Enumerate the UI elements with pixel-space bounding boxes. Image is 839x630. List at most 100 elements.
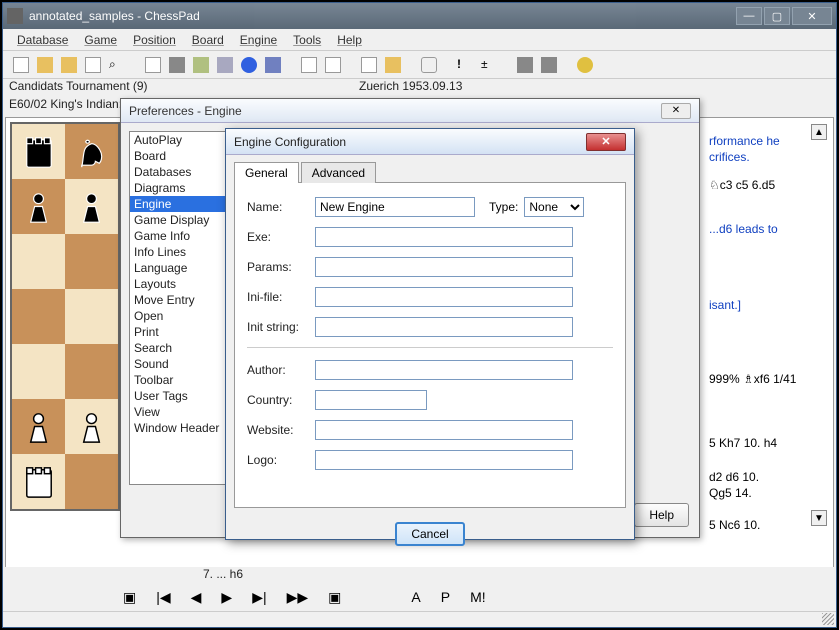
- prefs-item-layouts[interactable]: Layouts: [130, 276, 228, 292]
- board-icon[interactable]: [169, 57, 185, 73]
- nav-next-icon[interactable]: ▶|: [252, 589, 266, 606]
- square-b1[interactable]: [65, 454, 118, 509]
- prefs-item-gameinfo[interactable]: Game Info: [130, 228, 228, 244]
- menu-game[interactable]: Game: [78, 31, 123, 49]
- params-field[interactable]: [315, 257, 573, 277]
- divider: [247, 347, 613, 348]
- board2-icon[interactable]: [517, 57, 533, 73]
- plusminus-icon[interactable]: ±: [481, 57, 497, 73]
- binoculars-icon[interactable]: ⌕: [109, 57, 125, 73]
- new-icon[interactable]: [13, 57, 29, 73]
- minimize-button[interactable]: —: [736, 7, 762, 25]
- menu-tools[interactable]: Tools: [287, 31, 327, 49]
- menu-position[interactable]: Position: [127, 31, 182, 49]
- gear-icon[interactable]: [577, 57, 593, 73]
- square-a7[interactable]: [12, 179, 65, 234]
- nav-fwd-icon[interactable]: ▶▶: [287, 589, 309, 606]
- resize-grip[interactable]: [822, 613, 834, 625]
- prefs-item-toolbar[interactable]: Toolbar: [130, 372, 228, 388]
- prefs-item-sound[interactable]: Sound: [130, 356, 228, 372]
- scroll-down-button[interactable]: ▼: [811, 510, 827, 526]
- board3-icon[interactable]: [541, 57, 557, 73]
- square-a8[interactable]: [12, 124, 65, 179]
- square-a4[interactable]: [12, 344, 65, 399]
- prefs-item-engine[interactable]: Engine: [130, 196, 228, 212]
- preferences-category-list[interactable]: AutoPlay Board Databases Diagrams Engine…: [129, 131, 229, 485]
- square-b2[interactable]: [65, 399, 118, 454]
- comment-icon[interactable]: [421, 57, 437, 73]
- prefs-item-language[interactable]: Language: [130, 260, 228, 276]
- exe-label: Exe:: [247, 230, 315, 244]
- prefs-item-print[interactable]: Print: [130, 324, 228, 340]
- paste-icon[interactable]: [385, 57, 401, 73]
- nav-end-icon[interactable]: ▣: [328, 589, 341, 606]
- scroll-up-button[interactable]: ▲: [811, 124, 827, 140]
- prefs-item-autoplay[interactable]: AutoPlay: [130, 132, 228, 148]
- tool2-icon[interactable]: [301, 57, 317, 73]
- prefs-item-windowheader[interactable]: Window Header: [130, 420, 228, 436]
- prefs-item-moveentry[interactable]: Move Entry: [130, 292, 228, 308]
- name-field[interactable]: [315, 197, 475, 217]
- prefs-item-diagrams[interactable]: Diagrams: [130, 180, 228, 196]
- nav-a-button[interactable]: A: [411, 589, 420, 605]
- prefs-item-open[interactable]: Open: [130, 308, 228, 324]
- open2-icon[interactable]: [61, 57, 77, 73]
- prefs-item-search[interactable]: Search: [130, 340, 228, 356]
- list-icon[interactable]: [85, 57, 101, 73]
- prefs-item-board[interactable]: Board: [130, 148, 228, 164]
- prefs-item-infolines[interactable]: Info Lines: [130, 244, 228, 260]
- copy-icon[interactable]: [361, 57, 377, 73]
- type-select[interactable]: None: [524, 197, 584, 217]
- prefs-item-usertags[interactable]: User Tags: [130, 388, 228, 404]
- info-icon[interactable]: [241, 57, 257, 73]
- square-a5[interactable]: [12, 289, 65, 344]
- ini-field[interactable]: [315, 287, 573, 307]
- menu-help[interactable]: Help: [331, 31, 368, 49]
- square-b4[interactable]: [65, 344, 118, 399]
- exe-field[interactable]: [315, 227, 573, 247]
- square-a2[interactable]: [12, 399, 65, 454]
- square-a1[interactable]: [12, 454, 65, 509]
- author-field[interactable]: [315, 360, 573, 380]
- print-icon[interactable]: [217, 57, 233, 73]
- exclaim-icon[interactable]: !: [457, 57, 473, 73]
- nav-p-button[interactable]: P: [441, 589, 450, 605]
- preferences-titlebar: Preferences - Engine ✕: [121, 99, 699, 123]
- variation-text: Qg5 14.: [709, 486, 809, 500]
- square-a6[interactable]: [12, 234, 65, 289]
- tool1-icon[interactable]: [193, 57, 209, 73]
- tab-advanced[interactable]: Advanced: [301, 162, 376, 183]
- nav-prev-icon[interactable]: ◀: [191, 589, 202, 606]
- save-icon[interactable]: [265, 57, 281, 73]
- menu-board[interactable]: Board: [186, 31, 230, 49]
- prefs-item-databases[interactable]: Databases: [130, 164, 228, 180]
- tool3-icon[interactable]: [325, 57, 341, 73]
- nav-play-icon[interactable]: ▶: [221, 589, 232, 606]
- chess-board[interactable]: [10, 122, 120, 511]
- square-b6[interactable]: [65, 234, 118, 289]
- logo-field[interactable]: [315, 450, 573, 470]
- menu-database[interactable]: Database: [11, 31, 74, 49]
- website-field[interactable]: [315, 420, 573, 440]
- menu-engine[interactable]: Engine: [234, 31, 283, 49]
- nav-start-icon[interactable]: |◀: [156, 589, 170, 606]
- square-b8[interactable]: [65, 124, 118, 179]
- close-button[interactable]: ✕: [792, 7, 832, 25]
- maximize-button[interactable]: ▢: [764, 7, 790, 25]
- engine-close-button[interactable]: ✕: [586, 133, 626, 151]
- cancel-button[interactable]: Cancel: [395, 522, 464, 546]
- preferences-close-button[interactable]: ✕: [661, 103, 691, 119]
- help-button[interactable]: Help: [634, 503, 689, 527]
- tab-general[interactable]: General: [234, 162, 299, 183]
- square-b7[interactable]: [65, 179, 118, 234]
- prefs-item-view[interactable]: View: [130, 404, 228, 420]
- init-field[interactable]: [315, 317, 573, 337]
- open-icon[interactable]: [37, 57, 53, 73]
- nav-first-icon[interactable]: ▣: [123, 589, 136, 606]
- prefs-item-gamedisplay[interactable]: Game Display: [130, 212, 228, 228]
- nav-m-button[interactable]: M!: [470, 589, 486, 605]
- square-b5[interactable]: [65, 289, 118, 344]
- page-icon[interactable]: [145, 57, 161, 73]
- country-field[interactable]: [315, 390, 427, 410]
- annotation-text: ...d6 leads to: [709, 222, 809, 236]
